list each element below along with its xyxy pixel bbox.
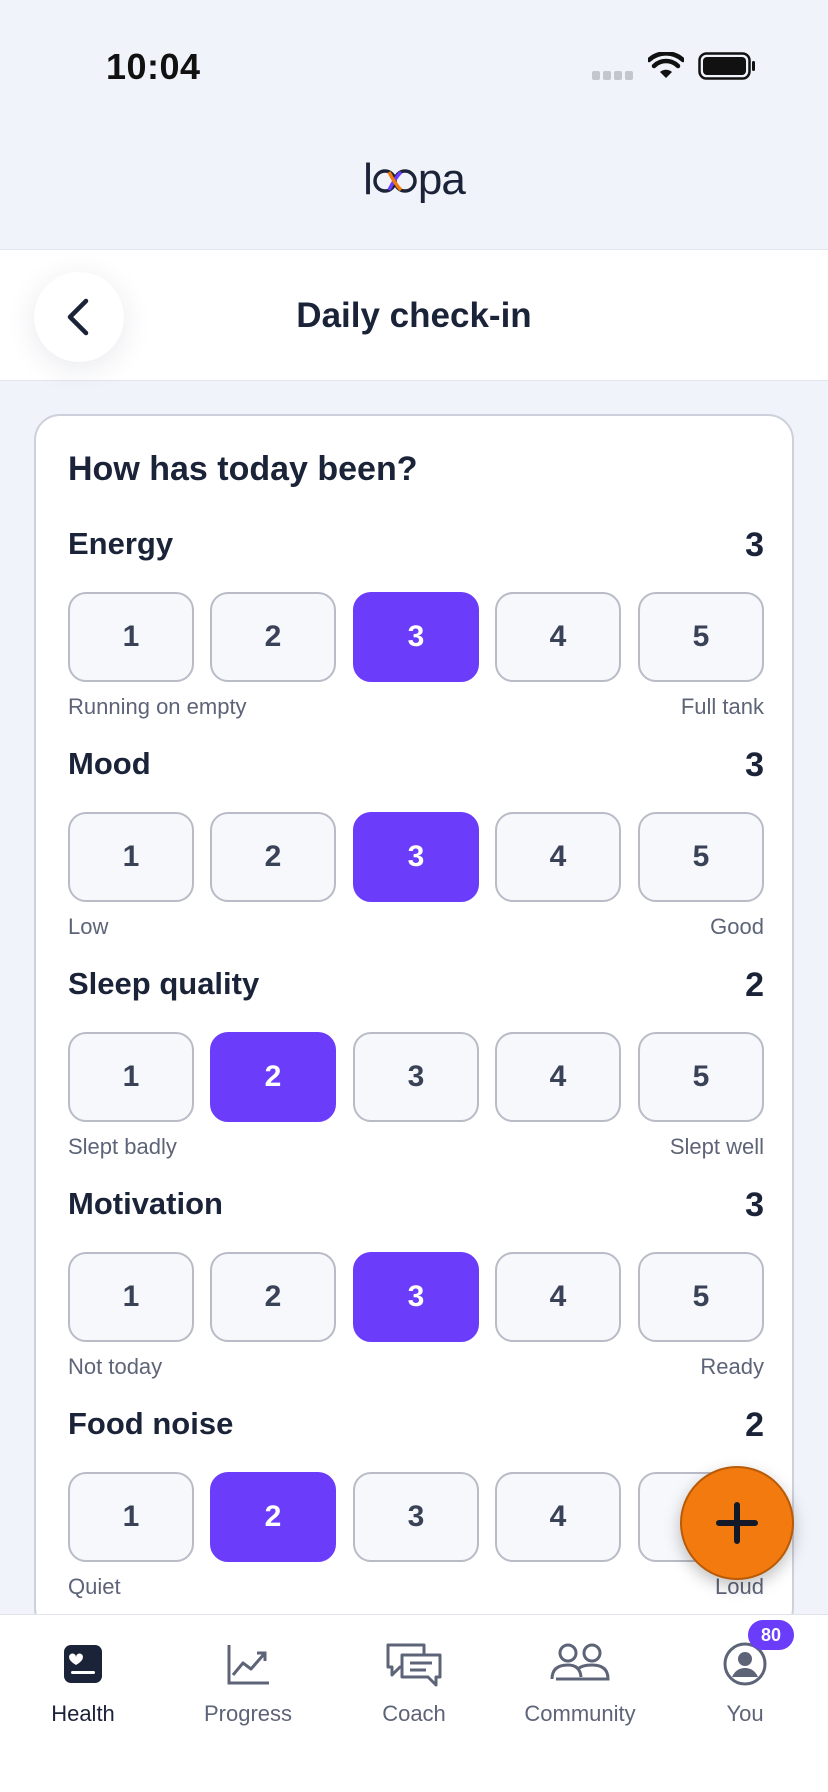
scale-high-label: Full tank xyxy=(680,694,764,719)
scale-high-label: Slept well xyxy=(669,1134,764,1159)
metric-value: 3 xyxy=(745,526,764,564)
rating-option-2[interactable]: 2 xyxy=(210,592,336,682)
loopa-logo: l pa xyxy=(363,155,466,205)
rating-scale: 12345 xyxy=(68,1032,764,1122)
scale-high-label: Ready xyxy=(700,1354,764,1379)
rating-option-1[interactable]: 1 xyxy=(68,1472,194,1562)
tab-community[interactable]: Community xyxy=(497,1635,663,1755)
status-bar: 10:04 xyxy=(0,0,828,130)
scale-labels: Low Good xyxy=(68,914,764,944)
metric-name: Sleep quality xyxy=(68,966,260,1001)
scale-labels: Not today Ready xyxy=(68,1354,764,1384)
scale-low-label: Slept badly xyxy=(68,1134,177,1159)
tab-health[interactable]: Health xyxy=(0,1635,166,1755)
metric-food-noise: Food noise212345QuietLoud xyxy=(68,1406,764,1599)
metric-sleep-quality: Sleep quality 2 1 2 3 4 5 Slept badly Slept well xyxy=(68,966,764,1159)
tab-label: Community xyxy=(524,1701,636,1726)
scale-low-label: Low xyxy=(68,914,109,939)
rating-scale: 12345 xyxy=(68,812,764,902)
rating-option-3[interactable]: 3 xyxy=(353,592,479,682)
rating-option-1[interactable]: 1 xyxy=(68,1252,194,1342)
scale-high-label: Good xyxy=(710,914,764,939)
rating-option-3[interactable]: 3 xyxy=(353,812,479,902)
scale-labels: Quiet Loud xyxy=(68,1574,764,1604)
brand-letter-l: l xyxy=(363,155,373,204)
rating-option-4[interactable]: 4 xyxy=(495,1472,621,1562)
metric-header: Food noise 2 xyxy=(68,1406,764,1448)
tab-label: Progress xyxy=(203,1701,293,1726)
tab-label: Health xyxy=(51,1701,115,1726)
rating-option-3[interactable]: 3 xyxy=(353,1032,479,1122)
check-in-card: How has today been? Energy 3 1 2 3 4 5 Running … xyxy=(34,414,794,1634)
chevron-left-icon xyxy=(67,298,89,336)
page-title: Daily check-in xyxy=(296,296,532,335)
rating-option-2[interactable]: 2 xyxy=(210,1252,336,1342)
plus-icon xyxy=(716,1502,758,1544)
rating-option-5[interactable]: 5 xyxy=(638,1032,764,1122)
scale-low-label: Quiet xyxy=(68,1574,121,1599)
health-icon xyxy=(64,1645,102,1683)
rating-option-3[interactable]: 3 xyxy=(353,1472,479,1562)
rating-option-2[interactable]: 2 xyxy=(210,1032,336,1122)
metric-value: 2 xyxy=(745,966,764,1004)
metric-mood: Mood 3 1 2 3 4 5 Low Good xyxy=(68,746,764,939)
tab-progress[interactable]: Progress xyxy=(165,1635,331,1755)
page-header: Daily check-in xyxy=(0,249,828,381)
rating-option-4[interactable]: 4 xyxy=(495,812,621,902)
brand-letters-pa: pa xyxy=(417,155,466,204)
metric-header: Sleep quality 2 xyxy=(68,966,764,1008)
add-button[interactable] xyxy=(680,1466,794,1580)
scale-labels: Slept badly Slept well xyxy=(68,1134,764,1164)
metric-header: Motivation 3 xyxy=(68,1186,764,1228)
metric-value: 3 xyxy=(745,1186,764,1224)
tab-label: You xyxy=(726,1701,764,1726)
rating-scale: 12345 xyxy=(68,592,764,682)
rating-option-1[interactable]: 1 xyxy=(68,812,194,902)
chat-bubbles-icon xyxy=(386,1643,442,1687)
rating-scale: 12345 xyxy=(68,1472,764,1562)
status-time: 10:04 xyxy=(106,46,201,87)
rating-option-4[interactable]: 4 xyxy=(495,1252,621,1342)
metric-header: Mood 3 xyxy=(68,746,764,788)
rating-scale: 12345 xyxy=(68,1252,764,1342)
back-button[interactable] xyxy=(34,272,124,362)
scale-low-label: Running on empty xyxy=(68,694,247,719)
rating-option-2[interactable]: 2 xyxy=(210,812,336,902)
rating-option-1[interactable]: 1 xyxy=(68,592,194,682)
rating-option-1[interactable]: 1 xyxy=(68,1032,194,1122)
battery-icon xyxy=(698,52,755,80)
rating-option-5[interactable]: 5 xyxy=(638,812,764,902)
scale-low-label: Not today xyxy=(68,1354,163,1379)
tab-you[interactable]: You xyxy=(662,1635,828,1755)
wifi-icon xyxy=(648,52,684,78)
tab-bar: Health Progress Coach Community You xyxy=(0,1614,828,1792)
scale-labels: Running on empty Full tank xyxy=(68,694,764,724)
rating-option-3[interactable]: 3 xyxy=(353,1252,479,1342)
metric-name: Energy xyxy=(68,526,174,561)
progress-chart-icon xyxy=(227,1645,269,1685)
metric-energy: Energy 3 1 2 3 4 5 Running on empty Full tank xyxy=(68,526,764,719)
metric-name: Motivation xyxy=(68,1186,223,1221)
metric-value: 3 xyxy=(745,746,764,784)
metric-header: Energy 3 xyxy=(68,526,764,568)
rating-option-4[interactable]: 4 xyxy=(495,592,621,682)
rating-option-5[interactable]: 5 xyxy=(638,1252,764,1342)
card-title: How has today been? xyxy=(68,450,418,488)
notification-badge: 80 xyxy=(748,1620,794,1650)
tab-label: Coach xyxy=(382,1701,446,1726)
metric-name: Mood xyxy=(68,746,151,781)
rating-option-2[interactable]: 2 xyxy=(210,1472,336,1562)
people-icon xyxy=(550,1643,610,1681)
brand-infinity-mark xyxy=(373,169,417,193)
rating-option-5[interactable]: 5 xyxy=(638,592,764,682)
tab-coach[interactable]: Coach xyxy=(331,1635,497,1755)
rating-option-4[interactable]: 4 xyxy=(495,1032,621,1122)
metric-name: Food noise xyxy=(68,1406,234,1441)
metric-motivation: Motivation 3 1 2 3 4 5 Not today Ready xyxy=(68,1186,764,1379)
brand-header: l pa xyxy=(0,150,828,210)
cellular-signal-icon xyxy=(592,71,634,81)
metric-value: 2 xyxy=(745,1406,764,1444)
